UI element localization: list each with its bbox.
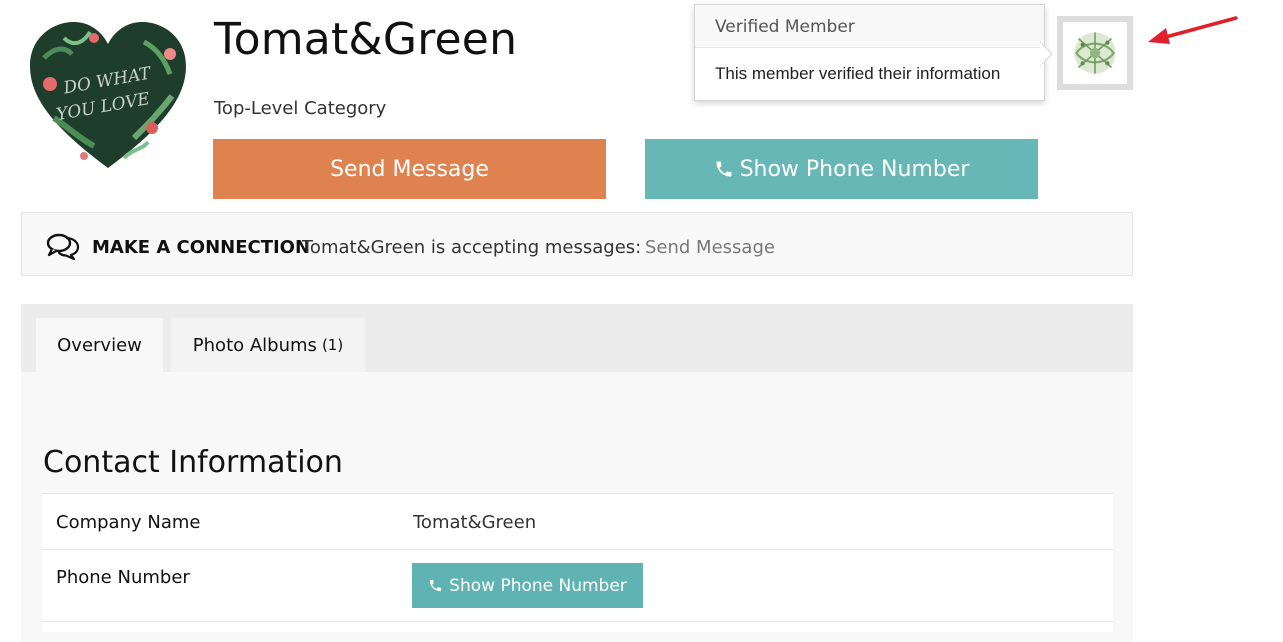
verified-badge[interactable] [1057, 16, 1133, 90]
chat-bubbles-icon [46, 233, 80, 260]
company-name-value: Tomat&Green [413, 512, 537, 533]
tab-photo-albums-count: (1) [321, 336, 344, 354]
connection-text: Tomat&Green is accepting messages: [302, 237, 642, 258]
connection-bar: MAKE A CONNECTION Tomat&Green is accepti… [21, 212, 1133, 276]
show-phone-number-label: Show Phone Number [449, 575, 627, 596]
verified-badge-icon [1063, 22, 1127, 84]
tab-overview-label: Overview [57, 334, 142, 356]
phone-icon [430, 579, 442, 592]
tab-overview[interactable]: Overview [36, 318, 163, 372]
verified-tooltip: Verified Member This member verified the… [694, 4, 1045, 101]
phone-number-label: Phone Number [56, 567, 190, 588]
profile-name: Tomat&Green [214, 14, 518, 65]
send-message-button[interactable]: Send Message [213, 139, 606, 199]
table-divider [42, 549, 1113, 550]
show-phone-button[interactable]: Show Phone Number [645, 139, 1038, 199]
company-name-label: Company Name [56, 512, 201, 533]
connection-label: MAKE A CONNECTION [92, 237, 311, 258]
show-phone-label: Show Phone Number [739, 156, 970, 182]
send-message-label: Send Message [330, 156, 489, 182]
contact-section-title: Contact Information [43, 445, 343, 480]
tooltip-body: This member verified their information [715, 64, 1001, 83]
table-divider [42, 621, 1113, 622]
profile-category: Top-Level Category [214, 98, 387, 119]
arrow-annotation-icon [1148, 16, 1238, 44]
member-logo: DO WHAT YOU LOVE [30, 22, 186, 168]
tooltip-pointer [1040, 42, 1052, 66]
tab-photo-albums[interactable]: Photo Albums (1) [171, 318, 365, 372]
tab-photo-albums-label: Photo Albums [192, 334, 317, 356]
phone-icon [716, 161, 732, 177]
show-phone-number-button[interactable]: Show Phone Number [412, 563, 643, 608]
connection-send-message-link[interactable]: Send Message [645, 237, 775, 258]
table-divider [42, 493, 1113, 494]
tooltip-title: Verified Member [695, 5, 1044, 48]
